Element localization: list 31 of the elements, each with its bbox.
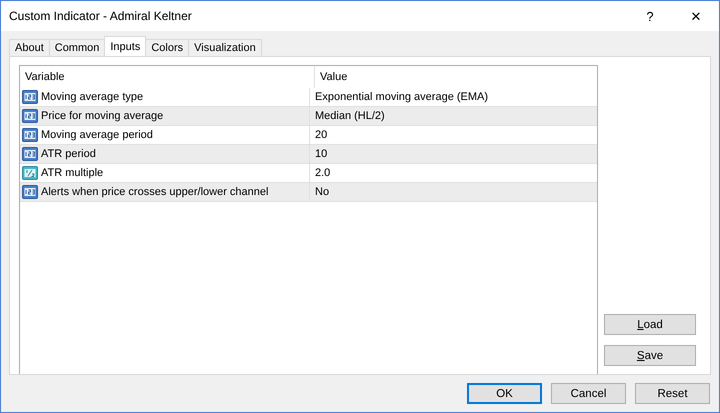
side-button[interactable]: Save	[604, 345, 696, 366]
variable-name: Price for moving average	[41, 110, 164, 122]
dialog-button[interactable]: Cancel	[551, 383, 626, 404]
tab[interactable]: About	[9, 39, 50, 56]
variable-name: Moving average type	[41, 91, 144, 103]
tab[interactable]: Visualization	[188, 39, 262, 56]
column-header: Value	[319, 70, 348, 85]
tab[interactable]: Inputs	[104, 36, 146, 56]
variable-name: ATR period	[41, 148, 96, 160]
integer-type-icon	[22, 109, 38, 123]
variable-value[interactable]: No	[310, 183, 597, 201]
variable-value[interactable]: Median (HL/2)	[310, 107, 597, 125]
dialog-button[interactable]: Reset	[635, 383, 710, 404]
dialog-button[interactable]: OK	[467, 383, 542, 404]
variable-name: ATR multiple	[41, 167, 104, 179]
integer-type-icon	[22, 147, 38, 161]
column-header: Variable	[20, 66, 315, 88]
integer-type-icon	[22, 185, 38, 199]
integer-type-icon	[22, 128, 38, 142]
integer-type-icon	[22, 90, 38, 104]
variable-value[interactable]: 20	[310, 126, 597, 144]
close-button[interactable]: ✕	[673, 1, 719, 31]
variable-value[interactable]: 2.0	[310, 164, 597, 182]
window-title: Custom Indicator - Admiral Keltner	[9, 9, 193, 23]
fraction-type-icon	[22, 166, 38, 180]
variable-value[interactable]: 10	[310, 145, 597, 163]
side-button[interactable]: Load	[604, 314, 696, 335]
variable-name: Alerts when price crosses upper/lower channel	[41, 186, 268, 198]
help-button[interactable]: ?	[627, 1, 673, 31]
variable-name: Moving average period	[41, 129, 153, 141]
variable-value[interactable]: Exponential moving average (EMA)	[310, 88, 597, 106]
